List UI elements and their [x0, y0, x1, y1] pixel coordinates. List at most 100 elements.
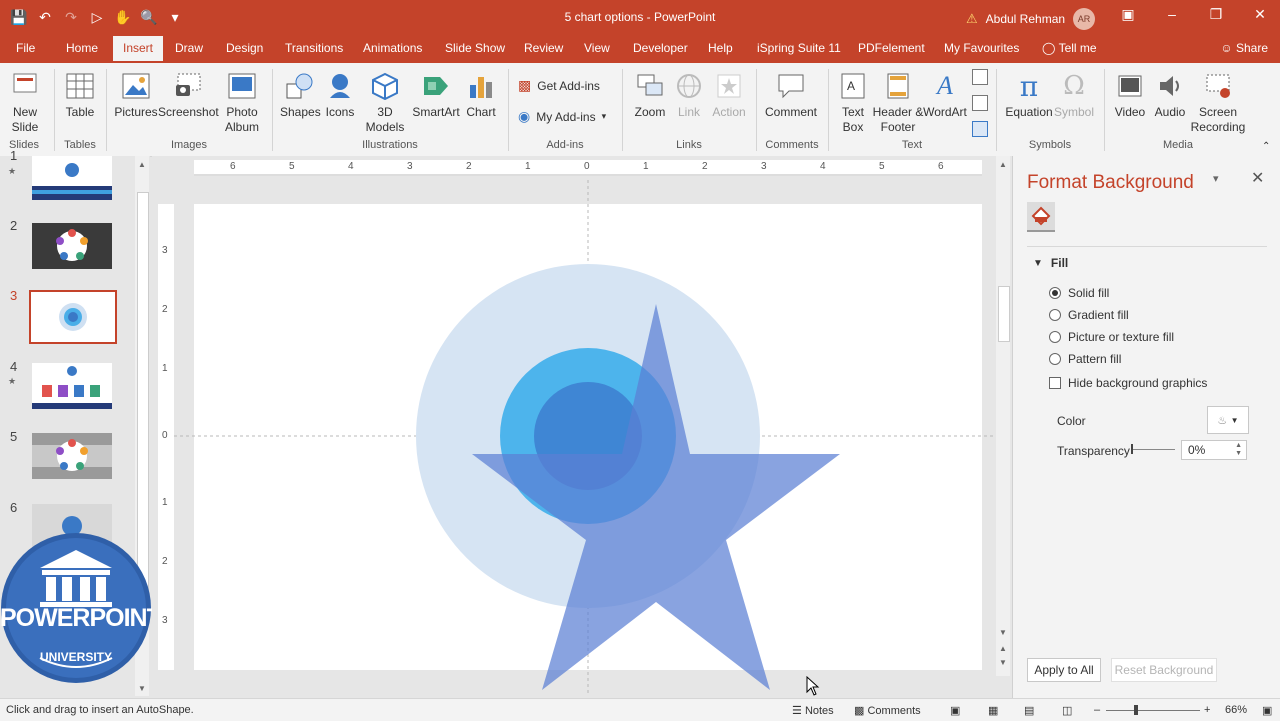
slide-thumbnail-1[interactable]	[32, 156, 112, 200]
picture-texture-fill-radio[interactable]: Picture or texture fill	[1049, 330, 1174, 344]
table-icon	[65, 71, 95, 101]
shapes-button[interactable]: Shapes	[280, 71, 321, 119]
chart-button[interactable]: Chart	[462, 71, 500, 119]
date-time-icon[interactable]	[972, 69, 988, 85]
tab-pdfelement[interactable]: PDFelement	[858, 41, 925, 55]
zoom-in-icon[interactable]: +	[1204, 704, 1210, 716]
my-addins-button[interactable]: ◉ My Add-ins ▾	[518, 108, 606, 125]
transparency-input[interactable]: 0% ▲ ▼	[1181, 440, 1247, 460]
tab-insert[interactable]: Insert	[113, 36, 164, 61]
slide-canvas[interactable]	[174, 180, 994, 694]
normal-view-icon[interactable]: ▣	[950, 704, 960, 717]
reading-view-icon[interactable]: ▤	[1024, 704, 1034, 717]
tab-home[interactable]: Home	[66, 41, 98, 55]
tab-view[interactable]: View	[584, 41, 610, 55]
zoom-slider-handle[interactable]	[1134, 705, 1138, 715]
next-slide-icon[interactable]: ▼	[999, 658, 1007, 667]
collapse-ribbon-icon[interactable]: ⌃	[1262, 141, 1270, 152]
slide-thumbnail-2[interactable]	[32, 223, 112, 269]
link-button[interactable]: Link	[670, 71, 708, 119]
minimize-icon[interactable]: –	[1150, 6, 1194, 23]
tab-animations[interactable]: Animations	[363, 41, 422, 55]
tab-my-favourites[interactable]: My Favourites	[944, 41, 1019, 55]
equation-button[interactable]: π Equation	[1002, 70, 1056, 120]
action-button[interactable]: Action	[708, 71, 750, 119]
slide-thumbnail-4[interactable]	[32, 363, 112, 409]
apply-to-all-button[interactable]: Apply to All	[1027, 658, 1101, 682]
fill-tab-icon[interactable]	[1027, 202, 1055, 232]
zoom-slider[interactable]	[1106, 705, 1200, 715]
header-footer-button[interactable]: Header & Footer	[872, 71, 924, 135]
symbol-button[interactable]: Ω Symbol	[1052, 71, 1096, 119]
color-picker-button[interactable]: ♨ ▼	[1207, 406, 1249, 434]
horizontal-ruler[interactable]: 6 5 4 3 2 1 0 1 2 3 4 5 6	[194, 160, 982, 176]
tab-ispring[interactable]: iSpring Suite 11	[757, 41, 841, 55]
zoom-button[interactable]: Zoom	[630, 71, 670, 119]
user-account[interactable]: ⚠ Abdul Rehman AR	[966, 8, 1096, 30]
screen-recording-button[interactable]: Screen Recording	[1188, 71, 1248, 135]
new-slide-label: New Slide	[11, 105, 39, 134]
tab-help[interactable]: Help	[708, 41, 733, 55]
user-name: Abdul Rehman	[985, 12, 1066, 26]
tab-file[interactable]: File	[16, 41, 35, 55]
screenshot-button[interactable]: Screenshot	[158, 71, 219, 119]
ruler-tick: 4	[820, 161, 826, 172]
fill-section-header[interactable]: ▼ Fill	[1033, 256, 1068, 270]
slide-thumbnail-5[interactable]	[32, 433, 112, 479]
tab-tell-me[interactable]: ◯ Tell me	[1042, 41, 1097, 55]
tab-slide-show[interactable]: Slide Show	[445, 41, 505, 55]
video-button[interactable]: Video	[1110, 71, 1150, 119]
scroll-down-icon[interactable]: ▼	[999, 628, 1007, 637]
previous-slide-icon[interactable]: ▲	[999, 644, 1007, 653]
scroll-up-icon[interactable]: ▲	[999, 160, 1007, 169]
wordart-button[interactable]: A WordArt	[922, 71, 968, 119]
new-slide-button[interactable]: New Slide	[6, 71, 44, 135]
close-window-icon[interactable]: ✕	[1238, 6, 1280, 23]
tab-review[interactable]: Review	[524, 41, 563, 55]
comment-button[interactable]: Comment	[762, 71, 820, 119]
slide-thumbnail-3[interactable]	[29, 290, 117, 344]
editor-scrollbar[interactable]: ▲ ▼ ▲ ▼	[996, 156, 1010, 676]
tab-transitions[interactable]: Transitions	[285, 41, 343, 55]
pane-options-icon[interactable]: ▾	[1213, 172, 1219, 185]
fit-slide-icon[interactable]: ▣	[1262, 704, 1272, 717]
transparency-slider[interactable]	[1131, 444, 1175, 454]
slide-sorter-view-icon[interactable]: ▦	[988, 704, 998, 717]
tab-design[interactable]: Design	[226, 41, 263, 55]
icons-button[interactable]: Icons	[322, 71, 358, 119]
reset-background-button[interactable]: Reset Background	[1111, 658, 1217, 682]
slide-number-icon[interactable]	[972, 95, 988, 111]
smartart-button[interactable]: SmartArt	[410, 71, 462, 119]
vertical-ruler[interactable]: 3 2 1 0 1 2 3	[158, 204, 174, 670]
restore-icon[interactable]: ❐	[1194, 6, 1238, 23]
pictures-button[interactable]: Pictures	[114, 71, 158, 119]
zoom-level[interactable]: 66%	[1225, 704, 1247, 716]
3d-models-button[interactable]: 3D Models	[360, 71, 410, 135]
spinner-icon[interactable]: ▲ ▼	[1235, 442, 1242, 458]
slide-show-view-icon[interactable]: ◫	[1062, 704, 1072, 717]
zoom-out-icon[interactable]: –	[1094, 704, 1100, 716]
comments-button[interactable]: ▩ Comments	[854, 704, 921, 717]
warning-icon: ⚠	[966, 11, 978, 26]
tab-developer[interactable]: Developer	[633, 41, 688, 55]
notes-button[interactable]: ☰ Notes	[792, 704, 834, 717]
hide-background-graphics-checkbox[interactable]: Hide background graphics	[1049, 376, 1207, 390]
ribbon-display-options-icon[interactable]: ▣	[1106, 6, 1150, 23]
object-icon[interactable]	[972, 121, 988, 137]
close-pane-icon[interactable]: ✕	[1251, 168, 1264, 188]
slider-handle[interactable]	[1131, 444, 1133, 454]
gradient-fill-radio[interactable]: Gradient fill	[1049, 308, 1129, 322]
share-button[interactable]: ☺ Share	[1220, 41, 1268, 55]
table-button[interactable]: Table	[60, 71, 100, 119]
text-box-button[interactable]: A Text Box	[834, 71, 872, 135]
audio-button[interactable]: Audio	[1150, 71, 1190, 119]
solid-fill-radio[interactable]: Solid fill	[1049, 286, 1109, 300]
text-small-buttons	[972, 69, 988, 137]
tab-draw[interactable]: Draw	[175, 41, 203, 55]
photo-album-button[interactable]: Photo Album	[218, 71, 266, 135]
scrollbar-thumb[interactable]	[998, 286, 1010, 342]
pattern-fill-radio[interactable]: Pattern fill	[1049, 352, 1121, 366]
scroll-up-icon[interactable]: ▲	[138, 160, 146, 169]
get-addins-button[interactable]: ▩ Get Add-ins	[518, 77, 600, 94]
checkbox-icon	[1049, 377, 1061, 389]
